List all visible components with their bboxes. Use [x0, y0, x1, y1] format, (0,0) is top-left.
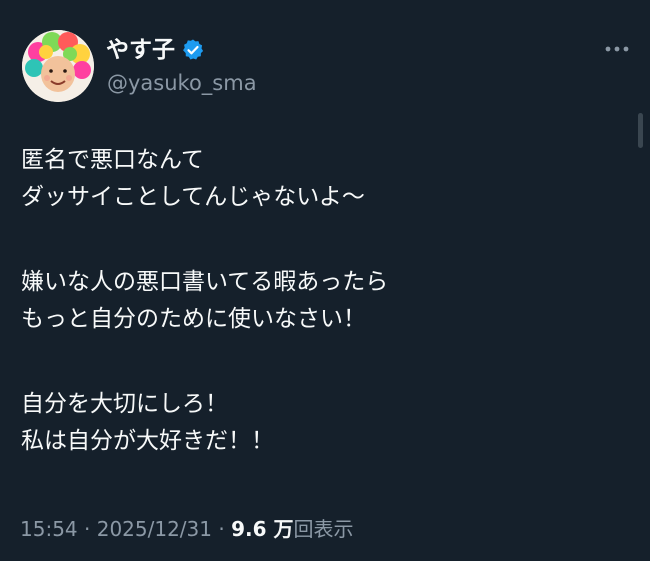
meta-separator: · [77, 517, 97, 541]
tweet-line: 自分を大切にしろ！ [21, 391, 228, 417]
tweet-date[interactable]: 2025/12/31 [97, 517, 212, 541]
tweet-time[interactable]: 15:54 [20, 517, 78, 541]
tweet-meta: 15:54 · 2025/12/31 · 9.6 万回表示 [20, 515, 353, 543]
more-options-icon[interactable] [601, 36, 633, 62]
tweet-line: 匿名で悪口なんて [21, 147, 204, 173]
views-label[interactable]: 回表示 [293, 517, 353, 541]
views-count[interactable]: 9.6 万 [231, 517, 293, 541]
user-handle[interactable]: @yasuko_sma [107, 70, 257, 96]
tweet-line: 私は自分が大好きだ！！ [21, 428, 274, 454]
avatar-image [22, 30, 94, 102]
tweet-card: やす子 @yasuko_sma 匿名で悪口なんて ダッサイことしてんじゃないよ〜… [0, 0, 650, 561]
tweet-text: 匿名で悪口なんて ダッサイことしてんじゃないよ〜 嫌いな人の悪口書いてる暇あった… [21, 142, 621, 460]
verified-badge-icon [181, 38, 205, 62]
scrollbar-thumb[interactable] [638, 113, 643, 148]
display-name-row[interactable]: やす子 [106, 35, 205, 65]
meta-separator: · [212, 517, 232, 541]
tweet-line: ダッサイことしてんじゃないよ〜 [21, 184, 365, 210]
tweet-line: 嫌いな人の悪口書いてる暇あったら [21, 269, 389, 295]
display-name[interactable]: やす子 [106, 35, 175, 65]
avatar[interactable] [22, 30, 94, 102]
tweet-line: もっと自分のために使いなさい！ [21, 306, 366, 332]
